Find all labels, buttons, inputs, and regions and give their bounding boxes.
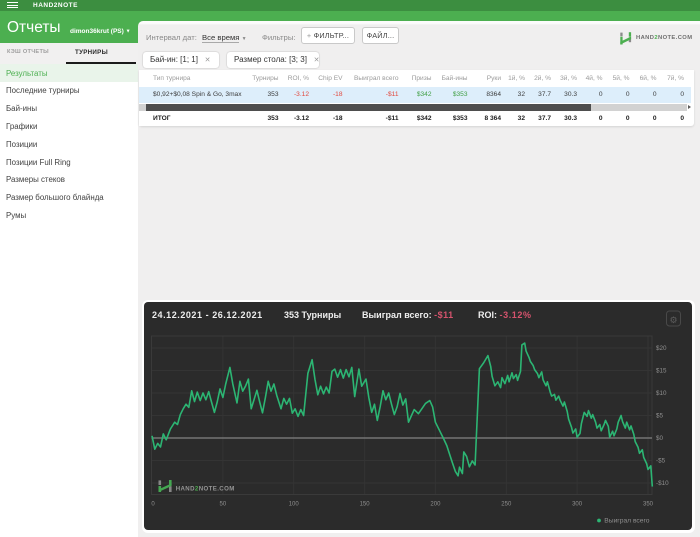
svg-text:24.12.2021 - 26.12.2021: 24.12.2021 - 26.12.2021 <box>152 310 263 320</box>
svg-text:HAND2NOTE.COM: HAND2NOTE.COM <box>176 486 235 493</box>
svg-text:50: 50 <box>220 502 227 508</box>
svg-text:$15: $15 <box>656 368 667 375</box>
svg-text:Выиграл всего: Выиграл всего <box>604 518 649 525</box>
svg-text:ROI: -3.12%: ROI: -3.12% <box>478 310 532 320</box>
svg-text:-$5: -$5 <box>656 458 666 465</box>
svg-text:$20: $20 <box>656 345 667 352</box>
svg-text:300: 300 <box>572 502 583 508</box>
svg-text:150: 150 <box>360 502 371 508</box>
svg-text:-$10: -$10 <box>656 480 669 487</box>
svg-text:0: 0 <box>151 502 155 508</box>
svg-text:$0: $0 <box>656 435 664 442</box>
svg-text:$5: $5 <box>656 413 664 420</box>
svg-text:200: 200 <box>430 502 441 508</box>
svg-text:350: 350 <box>643 502 654 508</box>
svg-text:$10: $10 <box>656 390 667 397</box>
svg-text:Выиграл всего: -$11: Выиграл всего: -$11 <box>362 310 454 320</box>
svg-text:⚙: ⚙ <box>669 315 677 325</box>
svg-text:100: 100 <box>289 502 300 508</box>
svg-text:250: 250 <box>501 502 512 508</box>
svg-text:353 Турниры: 353 Турниры <box>284 310 342 320</box>
